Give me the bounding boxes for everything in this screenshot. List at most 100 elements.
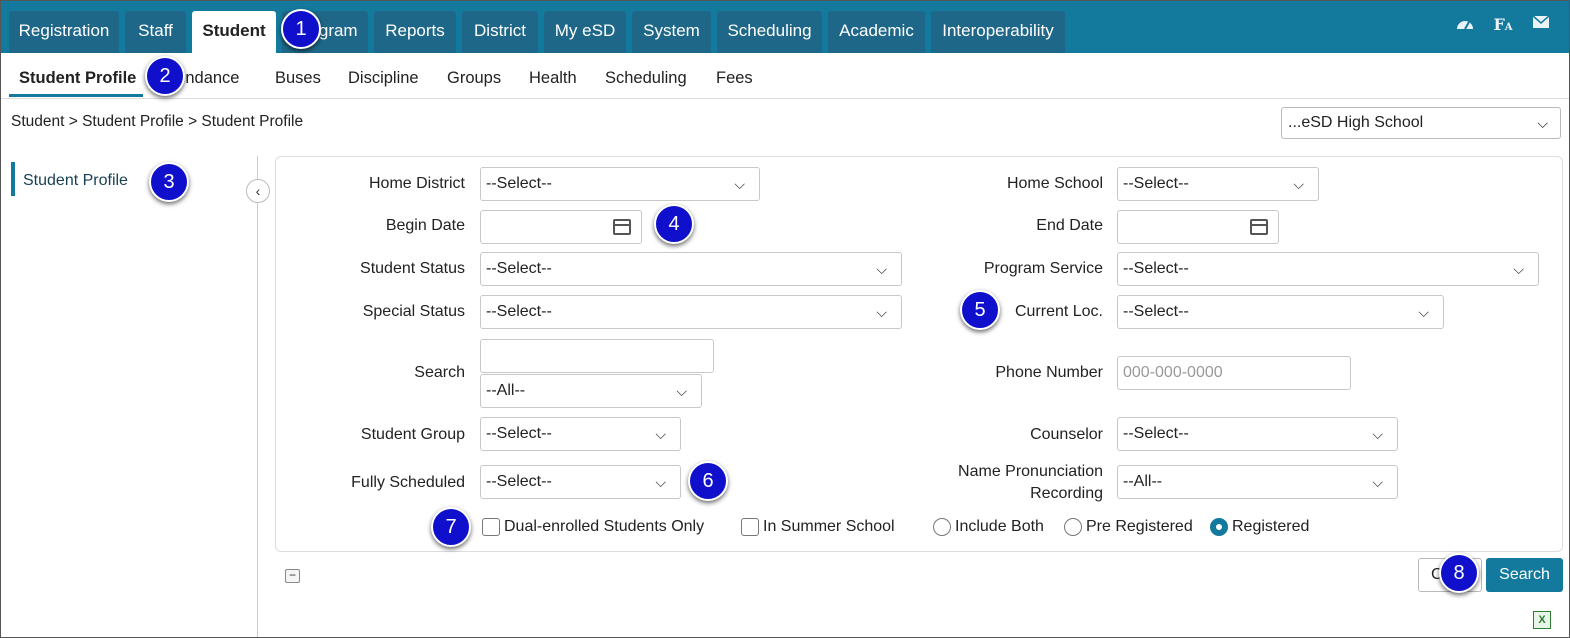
chevron-down-icon: ⌵ xyxy=(1418,304,1429,320)
tab-scheduling[interactable]: Scheduling xyxy=(717,11,822,53)
mail-icon[interactable] xyxy=(1530,15,1552,35)
school-select[interactable]: ...eSD High School ⌵ xyxy=(1281,107,1561,139)
tab-registration[interactable]: Registration xyxy=(9,11,119,53)
name-pronunciation-select[interactable]: --All-- ⌵ xyxy=(1117,465,1398,499)
summer-school-checkbox[interactable] xyxy=(741,518,759,536)
subtab-student-profile[interactable]: Student Profile xyxy=(19,53,136,99)
callout-marker: 1 xyxy=(281,9,321,49)
end-date-label: End Date xyxy=(1036,217,1103,234)
chevron-down-icon: ⌵ xyxy=(876,261,887,277)
pre-registered-radio[interactable] xyxy=(1064,518,1082,536)
chevron-down-icon: ⌵ xyxy=(1372,474,1383,490)
callout-marker: 5 xyxy=(960,290,1000,330)
student-status-label: Student Status xyxy=(360,260,465,277)
home-district-label: Home District xyxy=(368,175,465,192)
chevron-down-icon: ⌵ xyxy=(1372,426,1383,442)
app-window: Registration Staff Student Program Repor… xyxy=(0,0,1570,638)
tab-interoperability[interactable]: Interoperability xyxy=(931,11,1065,53)
home-school-select[interactable]: --Select-- ⌵ xyxy=(1117,167,1319,201)
callout-marker: 8 xyxy=(1439,553,1479,593)
dashboard-icon[interactable] xyxy=(1454,15,1476,35)
sub-nav: Student Profile Attendance Buses Discipl… xyxy=(1,53,1569,99)
name-pronunciation-label: Name Pronunciation Recording xyxy=(958,462,1103,504)
search-filter-select[interactable]: --All-- ⌵ xyxy=(480,374,702,408)
fully-scheduled-select[interactable]: --Select-- ⌵ xyxy=(480,465,681,499)
chevron-down-icon: ⌵ xyxy=(1537,115,1548,131)
registered-radio[interactable] xyxy=(1210,518,1228,536)
calendar-icon[interactable] xyxy=(613,219,631,235)
fully-scheduled-label: Fully Scheduled xyxy=(351,474,465,491)
chevron-down-icon: ⌵ xyxy=(1513,261,1524,277)
name-pronunciation-value: --All-- xyxy=(1123,473,1163,490)
side-panel: Student Profile xyxy=(1,156,258,637)
special-status-select[interactable]: --Select-- ⌵ xyxy=(480,295,902,329)
current-loc-label: Current Loc. xyxy=(1014,303,1103,320)
search-button[interactable]: Search xyxy=(1486,558,1563,592)
school-select-value: ...eSD High School xyxy=(1288,114,1424,131)
tab-reports[interactable]: Reports xyxy=(374,11,456,53)
sidebar-item-student-profile[interactable]: Student Profile xyxy=(11,162,151,196)
program-service-select[interactable]: --Select-- ⌵ xyxy=(1117,252,1539,286)
subtab-fees[interactable]: Fees xyxy=(716,53,753,99)
excel-export-icon[interactable]: X xyxy=(1533,611,1551,629)
student-group-select[interactable]: --Select-- ⌵ xyxy=(480,417,681,451)
tab-student[interactable]: Student xyxy=(192,11,276,53)
phone-number-input[interactable]: 000-000-0000 xyxy=(1117,356,1351,390)
student-status-select[interactable]: --Select-- ⌵ xyxy=(480,252,902,286)
callout-marker: 7 xyxy=(431,507,471,547)
calendar-icon[interactable] xyxy=(1250,219,1268,235)
font-icon[interactable]: FA xyxy=(1492,15,1514,35)
tab-system[interactable]: System xyxy=(632,11,711,53)
subtab-health[interactable]: Health xyxy=(529,53,577,99)
end-date-input[interactable] xyxy=(1117,210,1279,244)
dual-enrolled-checkbox[interactable] xyxy=(482,518,500,536)
current-loc-value: --Select-- xyxy=(1123,303,1189,320)
begin-date-input[interactable] xyxy=(480,210,642,244)
tab-district[interactable]: District xyxy=(462,11,538,53)
pre-registered-label: Pre Registered xyxy=(1086,518,1193,535)
include-both-radio[interactable] xyxy=(933,518,951,536)
subtab-scheduling[interactable]: Scheduling xyxy=(605,53,687,99)
collapse-panel-button[interactable]: ‹ xyxy=(246,179,270,203)
chevron-down-icon: ⌵ xyxy=(1293,176,1304,192)
tab-my-esd[interactable]: My eSD xyxy=(544,11,626,53)
collapse-form-button[interactable]: − xyxy=(285,569,300,583)
summer-school-label: In Summer School xyxy=(763,518,895,535)
special-status-label: Special Status xyxy=(362,303,465,320)
subtab-groups[interactable]: Groups xyxy=(447,53,501,99)
top-nav: Registration Staff Student Program Repor… xyxy=(1,1,1569,53)
active-subtab-indicator xyxy=(9,94,143,97)
tab-academic[interactable]: Academic xyxy=(828,11,925,53)
callout-marker: 3 xyxy=(149,162,189,202)
home-district-select[interactable]: --Select-- ⌵ xyxy=(480,167,760,201)
chevron-down-icon: ⌵ xyxy=(655,474,666,490)
special-status-value: --Select-- xyxy=(486,303,552,320)
search-label: Search xyxy=(414,364,465,381)
chevron-down-icon: ⌵ xyxy=(676,383,687,399)
home-school-label: Home School xyxy=(1006,175,1103,192)
student-group-label: Student Group xyxy=(360,426,465,443)
chevron-left-icon: ‹ xyxy=(255,183,261,199)
name-pronunciation-label-line1: Name Pronunciation xyxy=(958,463,1103,480)
subtab-discipline[interactable]: Discipline xyxy=(348,53,419,99)
name-pronunciation-label-line2: Recording xyxy=(1030,485,1103,502)
chevron-down-icon: ⌵ xyxy=(655,426,666,442)
subtab-buses[interactable]: Buses xyxy=(275,53,321,99)
phone-number-placeholder: 000-000-0000 xyxy=(1123,364,1223,381)
callout-marker: 4 xyxy=(654,204,694,244)
chevron-down-icon: ⌵ xyxy=(734,176,745,192)
current-loc-select[interactable]: --Select-- ⌵ xyxy=(1117,295,1444,329)
phone-number-label: Phone Number xyxy=(995,364,1103,381)
counselor-select[interactable]: --Select-- ⌵ xyxy=(1117,417,1398,451)
breadcrumb: Student > Student Profile > Student Prof… xyxy=(11,113,304,130)
chevron-down-icon: ⌵ xyxy=(876,304,887,320)
tab-staff[interactable]: Staff xyxy=(125,11,186,53)
dual-enrolled-label: Dual-enrolled Students Only xyxy=(504,518,705,535)
callout-marker: 2 xyxy=(145,56,185,96)
registered-label: Registered xyxy=(1232,518,1310,535)
include-both-label: Include Both xyxy=(955,518,1044,535)
callout-marker: 6 xyxy=(688,461,728,501)
search-input[interactable] xyxy=(480,339,714,373)
program-service-label: Program Service xyxy=(983,260,1103,277)
counselor-label: Counselor xyxy=(1030,426,1103,443)
